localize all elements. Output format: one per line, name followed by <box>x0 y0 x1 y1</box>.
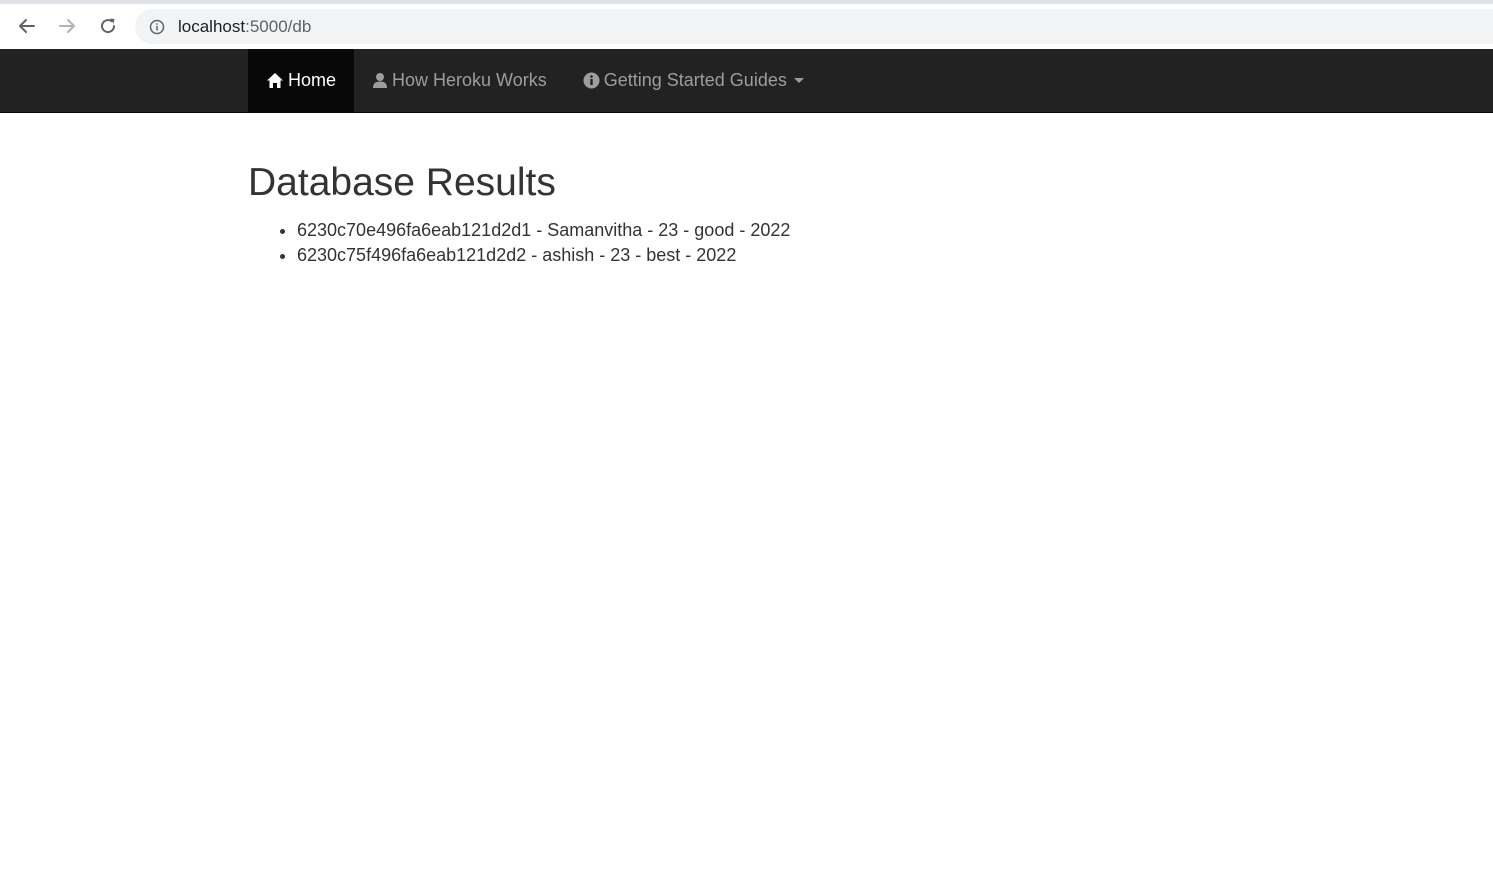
nav-list: Home How Heroku Works Getting Started Gu… <box>248 49 822 112</box>
list-item: 6230c70e496fa6eab121d2d1 - Samanvitha - … <box>297 218 1248 243</box>
nav-item-label: Home <box>288 70 337 90</box>
forward-button[interactable] <box>53 12 81 40</box>
main-content: Database Results 6230c70e496fa6eab121d2d… <box>248 160 1248 268</box>
back-arrow-icon <box>17 16 37 36</box>
address-bar[interactable]: localhost:5000/db <box>135 9 1493 44</box>
reload-icon <box>98 16 118 36</box>
user-icon <box>372 72 388 89</box>
results-list: 6230c70e496fa6eab121d2d1 - Samanvitha - … <box>248 218 1248 268</box>
list-item: 6230c75f496fa6eab121d2d2 - ashish - 23 -… <box>297 243 1248 268</box>
nav-item-getting-started-guides[interactable]: Getting Started Guides <box>565 49 822 112</box>
chevron-down-icon <box>793 78 804 83</box>
site-navbar: Home How Heroku Works Getting Started Gu… <box>0 49 1493 113</box>
page-title: Database Results <box>248 161 556 204</box>
info-icon[interactable] <box>149 19 165 35</box>
browser-toolbar: localhost:5000/db <box>0 0 1493 49</box>
nav-item-home[interactable]: Home <box>248 49 355 112</box>
info-sign-icon <box>583 72 600 89</box>
nav-item-how-heroku-works[interactable]: How Heroku Works <box>354 49 565 112</box>
url-path: :5000/db <box>245 16 312 36</box>
reload-button[interactable] <box>94 12 122 40</box>
forward-arrow-icon <box>57 16 77 36</box>
back-button[interactable] <box>13 12 41 40</box>
home-icon <box>266 72 284 89</box>
url-host: localhost <box>178 16 246 36</box>
url-text[interactable]: localhost:5000/db <box>178 17 311 37</box>
nav-item-label: How Heroku Works <box>392 70 547 90</box>
nav-item-label: Getting Started Guides <box>603 70 787 90</box>
